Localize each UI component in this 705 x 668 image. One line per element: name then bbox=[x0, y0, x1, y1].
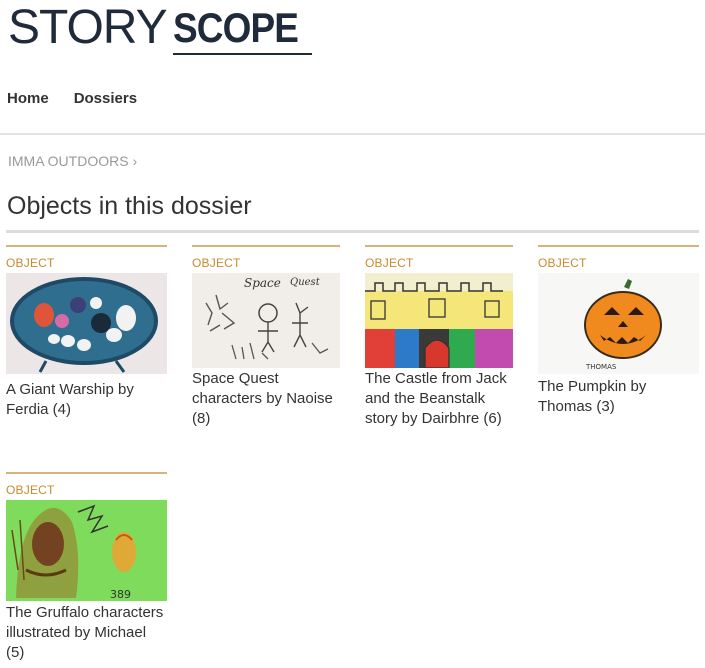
object-card[interactable]: OBJECT The Castle from Jack and the Bean… bbox=[365, 245, 513, 429]
object-type-label: OBJECT bbox=[192, 256, 241, 270]
object-type-label: OBJECT bbox=[6, 483, 55, 497]
logo-text-scope: SCOPE bbox=[172, 4, 312, 55]
object-card[interactable]: OBJECT Space Quest Space Quest character… bbox=[192, 245, 340, 429]
object-card[interactable]: OBJECT A Giant Warship by Ferdia (4) bbox=[6, 245, 167, 420]
object-thumbnail-warship[interactable] bbox=[6, 273, 167, 374]
object-card[interactable]: OBJECT THOMAS The Pumpkin by Thomas (3) bbox=[538, 245, 699, 417]
card-divider bbox=[192, 245, 340, 247]
svg-text:THOMAS: THOMAS bbox=[585, 363, 617, 371]
breadcrumb-separator: › bbox=[132, 153, 138, 169]
object-card[interactable]: OBJECT 389 The Gruffalo characters illus… bbox=[6, 472, 167, 663]
svg-text:Quest: Quest bbox=[290, 277, 321, 288]
breadcrumb: IMMA OUTDOORS › bbox=[8, 153, 137, 169]
logo-text-story: STORY bbox=[8, 1, 168, 54]
svg-text:389: 389 bbox=[110, 588, 131, 601]
card-divider bbox=[538, 245, 699, 247]
site-logo[interactable]: STORY SCOPE bbox=[8, 0, 315, 55]
nav-dossiers-link[interactable]: Dossiers bbox=[74, 90, 137, 107]
object-title[interactable]: A Giant Warship by Ferdia (4) bbox=[6, 380, 167, 420]
object-thumbnail-space-quest[interactable]: Space Quest bbox=[192, 273, 340, 368]
object-type-label: OBJECT bbox=[365, 256, 414, 270]
title-divider bbox=[6, 230, 699, 233]
object-type-label: OBJECT bbox=[538, 256, 587, 270]
object-title[interactable]: Space Quest characters by Naoise (8) bbox=[192, 369, 340, 429]
card-divider bbox=[6, 245, 167, 247]
object-title[interactable]: The Pumpkin by Thomas (3) bbox=[538, 377, 699, 417]
nav-divider bbox=[0, 133, 705, 135]
card-divider bbox=[6, 472, 167, 474]
page-title: Objects in this dossier bbox=[7, 192, 252, 220]
object-thumbnail-castle[interactable] bbox=[365, 273, 513, 368]
breadcrumb-link-imma-outdoors[interactable]: IMMA OUTDOORS bbox=[8, 153, 129, 169]
object-title[interactable]: The Castle from Jack and the Beanstalk s… bbox=[365, 369, 513, 429]
main-nav: Home Dossiers bbox=[7, 90, 162, 107]
card-divider bbox=[365, 245, 513, 247]
object-type-label: OBJECT bbox=[6, 256, 55, 270]
object-thumbnail-pumpkin[interactable]: THOMAS bbox=[538, 273, 699, 374]
svg-text:Space: Space bbox=[244, 276, 281, 290]
object-thumbnail-gruffalo[interactable]: 389 bbox=[6, 500, 167, 601]
nav-home-link[interactable]: Home bbox=[7, 90, 49, 107]
object-title[interactable]: The Gruffalo characters illustrated by M… bbox=[6, 603, 167, 663]
